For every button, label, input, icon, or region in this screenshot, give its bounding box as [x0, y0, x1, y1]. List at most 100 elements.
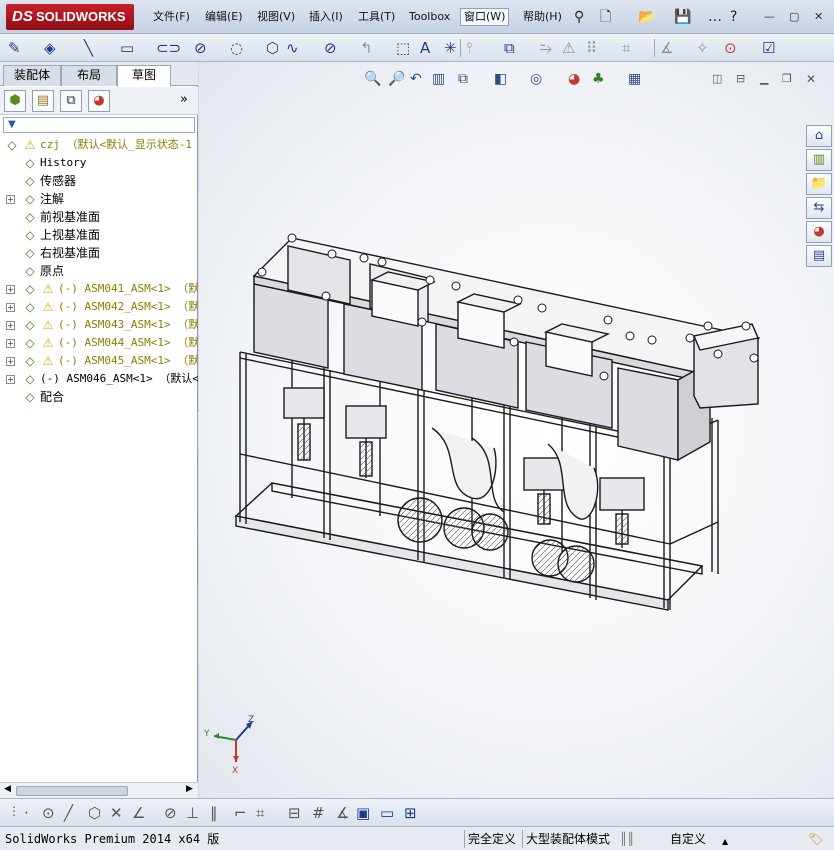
expand-toggle-icon[interactable]: +: [6, 285, 15, 294]
tab-assembly[interactable]: 装配体: [3, 65, 61, 86]
horizontal-scrollbar[interactable]: ◀ ▶: [0, 782, 198, 798]
ellipse-icon[interactable]: ⊘: [324, 39, 337, 57]
tree-item[interactable]: + ◇ ⚠ (-) ASM042_ASM<1> （默认: [0, 298, 198, 316]
scrollbar-thumb[interactable]: [16, 786, 128, 796]
menu-file[interactable]: 文件(F): [150, 9, 193, 25]
apply-scene-icon[interactable]: ♣: [592, 70, 605, 88]
view-settings-icon[interactable]: ▦: [628, 70, 641, 88]
zoom-to-area-icon[interactable]: 🔎: [388, 70, 405, 88]
polygon-icon[interactable]: ⬡: [266, 39, 279, 57]
expand-toggle-icon[interactable]: +: [6, 375, 15, 384]
tree-item[interactable]: ◇ 配合: [0, 388, 198, 406]
display-manager-icon[interactable]: ◕: [88, 90, 110, 112]
expand-toggle-icon[interactable]: +: [6, 303, 15, 312]
solidworks-logo[interactable]: DS SOLIDWORKS: [6, 4, 134, 30]
repair-sketch-icon[interactable]: ✧: [696, 39, 709, 57]
hide-show-items-icon[interactable]: ◎: [530, 70, 542, 88]
design-library-icon[interactable]: ▥: [806, 149, 832, 171]
circle-icon[interactable]: ⊘: [194, 39, 207, 57]
menu-toolbox[interactable]: Toolbox: [406, 9, 453, 25]
menu-window[interactable]: 窗口(W): [460, 8, 510, 26]
split-horizontal-icon[interactable]: ▭: [380, 804, 394, 822]
circle-center-icon[interactable]: ⊙: [42, 804, 55, 822]
corner-icon[interactable]: ⌐: [234, 804, 247, 822]
sketch-icon[interactable]: ✎: [8, 39, 21, 57]
tree-item[interactable]: ◇ History: [0, 154, 198, 172]
rapid-sketch-icon[interactable]: ☑: [762, 39, 775, 57]
doc-close-icon[interactable]: ✕: [806, 70, 816, 88]
tree-item[interactable]: ◇ 右视基准面: [0, 244, 198, 262]
tree-item[interactable]: + ◇ ⚠ (-) ASM041_ASM<1> （默认: [0, 280, 198, 298]
menu-help[interactable]: 帮助(H): [520, 9, 565, 25]
expand-toggle-icon[interactable]: +: [6, 357, 15, 366]
line-icon[interactable]: ╲: [84, 39, 93, 57]
spline-icon[interactable]: ∿: [286, 39, 299, 57]
tab-sketch[interactable]: 草图: [117, 65, 171, 87]
tree-item[interactable]: + ◇ ⚠ (-) ASM043_ASM<1> （默认: [0, 316, 198, 334]
file-explorer-icon[interactable]: 📁: [806, 173, 832, 195]
arc-icon[interactable]: ◌: [230, 39, 243, 57]
tree-item[interactable]: + ◇ ⚠ (-) ASM044_ASM<1> （默认: [0, 334, 198, 352]
minimize-button[interactable]: —: [764, 10, 775, 23]
scroll-left-icon[interactable]: ◀: [4, 784, 11, 794]
quick-snaps-icon[interactable]: ⊙: [724, 39, 737, 57]
trim-icon[interactable]: ⫯: [466, 39, 473, 57]
tree-item[interactable]: + ◇ ⚠ (-) ASM045_ASM<1> （默认: [0, 352, 198, 370]
custom-properties-icon[interactable]: ▤: [806, 245, 832, 267]
edit-appearance-icon[interactable]: ◕: [568, 70, 580, 88]
polygon-icon[interactable]: ⬡: [88, 804, 101, 822]
restore-button[interactable]: ▢: [789, 10, 799, 23]
pin-icon[interactable]: ⚲: [574, 9, 584, 25]
solidworks-resources-icon[interactable]: ⌂: [806, 125, 832, 147]
tree-item[interactable]: ◇ 上视基准面: [0, 226, 198, 244]
units-selector[interactable]: 自定义: [670, 831, 706, 847]
scroll-right-icon[interactable]: ▶: [186, 784, 193, 794]
split-quad-icon[interactable]: ⊞: [404, 804, 417, 822]
mirror-icon[interactable]: ⚠: [562, 39, 575, 57]
grid-icon[interactable]: #: [312, 804, 325, 822]
new-document-icon[interactable]: 🗋: [600, 9, 611, 25]
display-style-icon[interactable]: ◧: [494, 70, 507, 88]
tree-item[interactable]: + ◇ (-) ASM046_ASM<1> （默认<默: [0, 370, 198, 388]
tree-item[interactable]: ◇ 原点: [0, 262, 198, 280]
appearances-icon[interactable]: ◕: [806, 221, 832, 243]
configuration-manager-icon[interactable]: ⧉: [60, 90, 82, 112]
doc-minimize-icon[interactable]: ▁: [760, 70, 768, 88]
options-icon[interactable]: …: [708, 9, 722, 25]
parallel-icon[interactable]: ∥: [210, 804, 218, 822]
property-manager-icon[interactable]: ▤: [32, 90, 54, 112]
tag-icon[interactable]: 🏷: [808, 831, 823, 847]
zoom-to-fit-icon[interactable]: 🔍: [364, 70, 381, 88]
tile-horizontal-icon[interactable]: ⊟: [736, 70, 745, 88]
plane-icon[interactable]: ⬚: [396, 39, 410, 57]
angle-snap-icon[interactable]: ∡: [336, 804, 349, 822]
view-palette-icon[interactable]: ⇆: [806, 197, 832, 219]
point-icon[interactable]: ·: [24, 804, 29, 822]
line-icon[interactable]: ╱: [64, 804, 73, 822]
smart-dimension-icon[interactable]: ◈: [44, 39, 56, 57]
quadrant-icon[interactable]: ⌗: [256, 804, 264, 822]
tile-vertical-icon[interactable]: ◫: [712, 70, 722, 88]
close-button[interactable]: ✕: [814, 10, 823, 23]
menu-insert[interactable]: 插入(I): [306, 9, 346, 25]
menu-edit[interactable]: 编辑(E): [202, 9, 246, 25]
menu-tools[interactable]: 工具(T): [355, 9, 398, 25]
feature-manager-icon[interactable]: ⬢: [4, 90, 26, 112]
rectangle-icon[interactable]: ▭: [120, 39, 134, 57]
expand-toggle-icon[interactable]: +: [6, 321, 15, 330]
doc-restore-icon[interactable]: ❐: [782, 70, 792, 88]
grid-snap-icon[interactable]: ⊟: [288, 804, 301, 822]
angle-icon[interactable]: ∠: [132, 804, 145, 822]
units-dropdown-icon[interactable]: ▲: [722, 834, 728, 850]
tangent-icon[interactable]: ⊘: [164, 804, 177, 822]
filter-box[interactable]: ▼: [3, 117, 195, 133]
previous-view-icon[interactable]: ↶: [410, 70, 422, 88]
display-relations-icon[interactable]: ∡: [660, 39, 673, 57]
text-icon[interactable]: A: [420, 39, 430, 57]
expand-toggle-icon[interactable]: +: [6, 339, 15, 348]
menu-view[interactable]: 视图(V): [254, 9, 298, 25]
tree-item[interactable]: ◇ 传感器: [0, 172, 198, 190]
tree-item[interactable]: ◇ ⚠ czj （默认<默认_显示状态-1: [0, 136, 198, 154]
intersect-icon[interactable]: ✕: [110, 804, 123, 822]
tab-layout[interactable]: 布局: [61, 65, 117, 86]
